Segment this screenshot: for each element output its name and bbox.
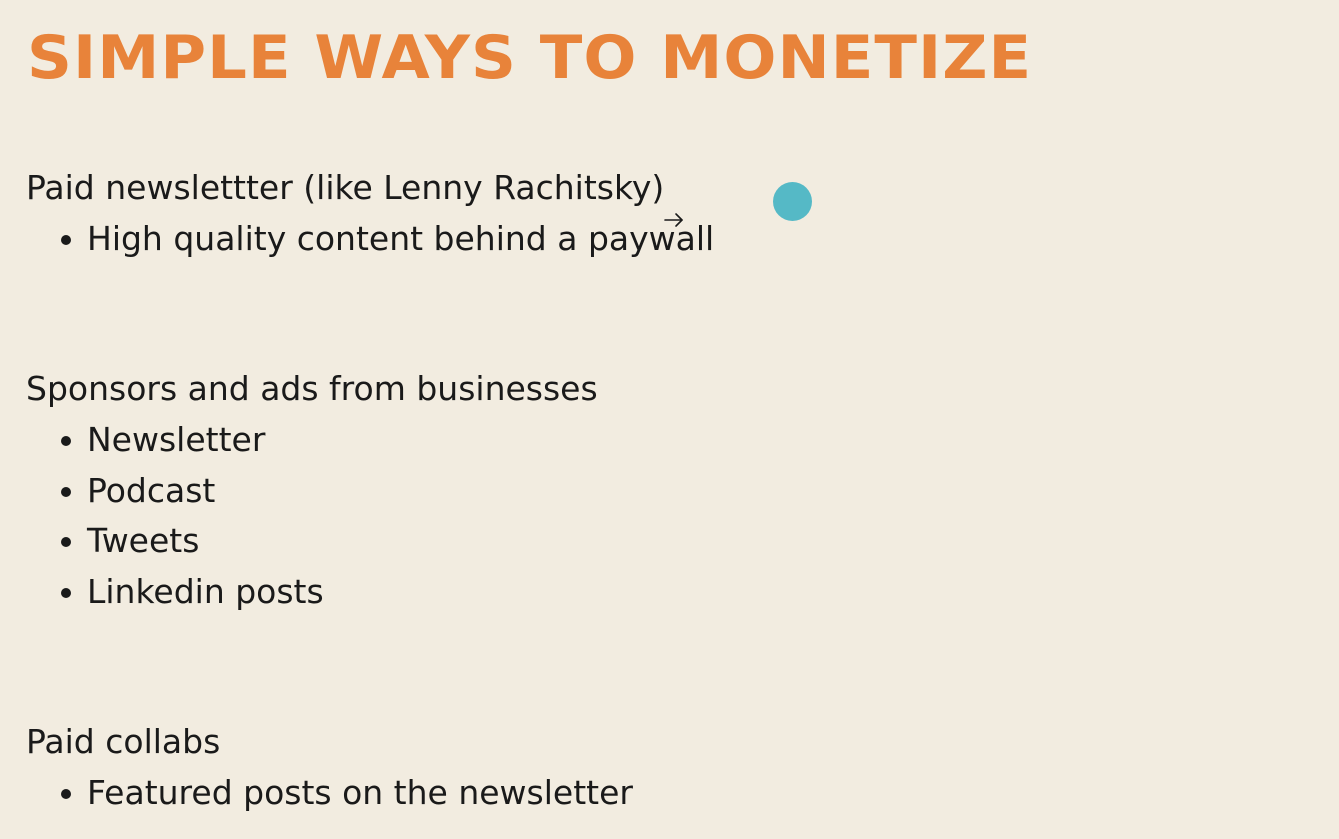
bullet-dot-icon bbox=[61, 537, 71, 547]
bullet-dot-icon bbox=[61, 587, 71, 598]
arrow-right-icon bbox=[664, 213, 683, 227]
bullet-text: Linkedin posts bbox=[87, 571, 324, 611]
bullet-item: Tweets bbox=[26, 516, 598, 567]
slide: SIMPLE WAYS TO MONETIZE Paid newslettter… bbox=[0, 0, 1339, 839]
bullet-text: Featured posts on the newsletter bbox=[87, 773, 633, 812]
bullet-list: High quality content behind a paywall bbox=[26, 214, 714, 265]
bullet-dot-icon bbox=[61, 486, 71, 497]
bullet-text: High quality content behind a paywall bbox=[87, 219, 715, 258]
section-paid-collabs: Paid collabs Featured posts on the newsl… bbox=[26, 718, 633, 819]
section-paid-newsletter: Paid newslettter (like Lenny Rachitsky) … bbox=[26, 164, 714, 265]
section-heading: Paid newslettter (like Lenny Rachitsky) bbox=[26, 168, 665, 207]
section-sponsors-ads: Sponsors and ads from businesses Newslet… bbox=[26, 365, 598, 617]
bullet-text: Tweets bbox=[87, 521, 200, 560]
bullet-item: Podcast bbox=[26, 466, 598, 517]
bullet-item: High quality content behind a paywall bbox=[26, 214, 714, 265]
bullet-text: Podcast bbox=[87, 470, 216, 510]
bullet-text: Newsletter bbox=[87, 420, 266, 459]
section-heading: Sponsors and ads from businesses bbox=[26, 369, 598, 408]
bullet-item: Featured posts on the newsletter bbox=[26, 768, 633, 819]
bullet-dot-icon bbox=[61, 235, 71, 245]
pointer-highlight-icon bbox=[773, 182, 812, 221]
bullet-dot-icon bbox=[61, 436, 71, 446]
section-heading: Paid collabs bbox=[26, 722, 221, 761]
bullet-item: Linkedin posts bbox=[26, 567, 598, 618]
bullet-list: Featured posts on the newsletter bbox=[26, 768, 633, 819]
bullet-list: Newsletter Podcast Tweets Linkedin posts bbox=[26, 415, 598, 617]
bullet-dot-icon bbox=[61, 789, 71, 799]
bullet-item: Newsletter bbox=[26, 415, 598, 466]
slide-title: SIMPLE WAYS TO MONETIZE bbox=[27, 23, 1033, 93]
